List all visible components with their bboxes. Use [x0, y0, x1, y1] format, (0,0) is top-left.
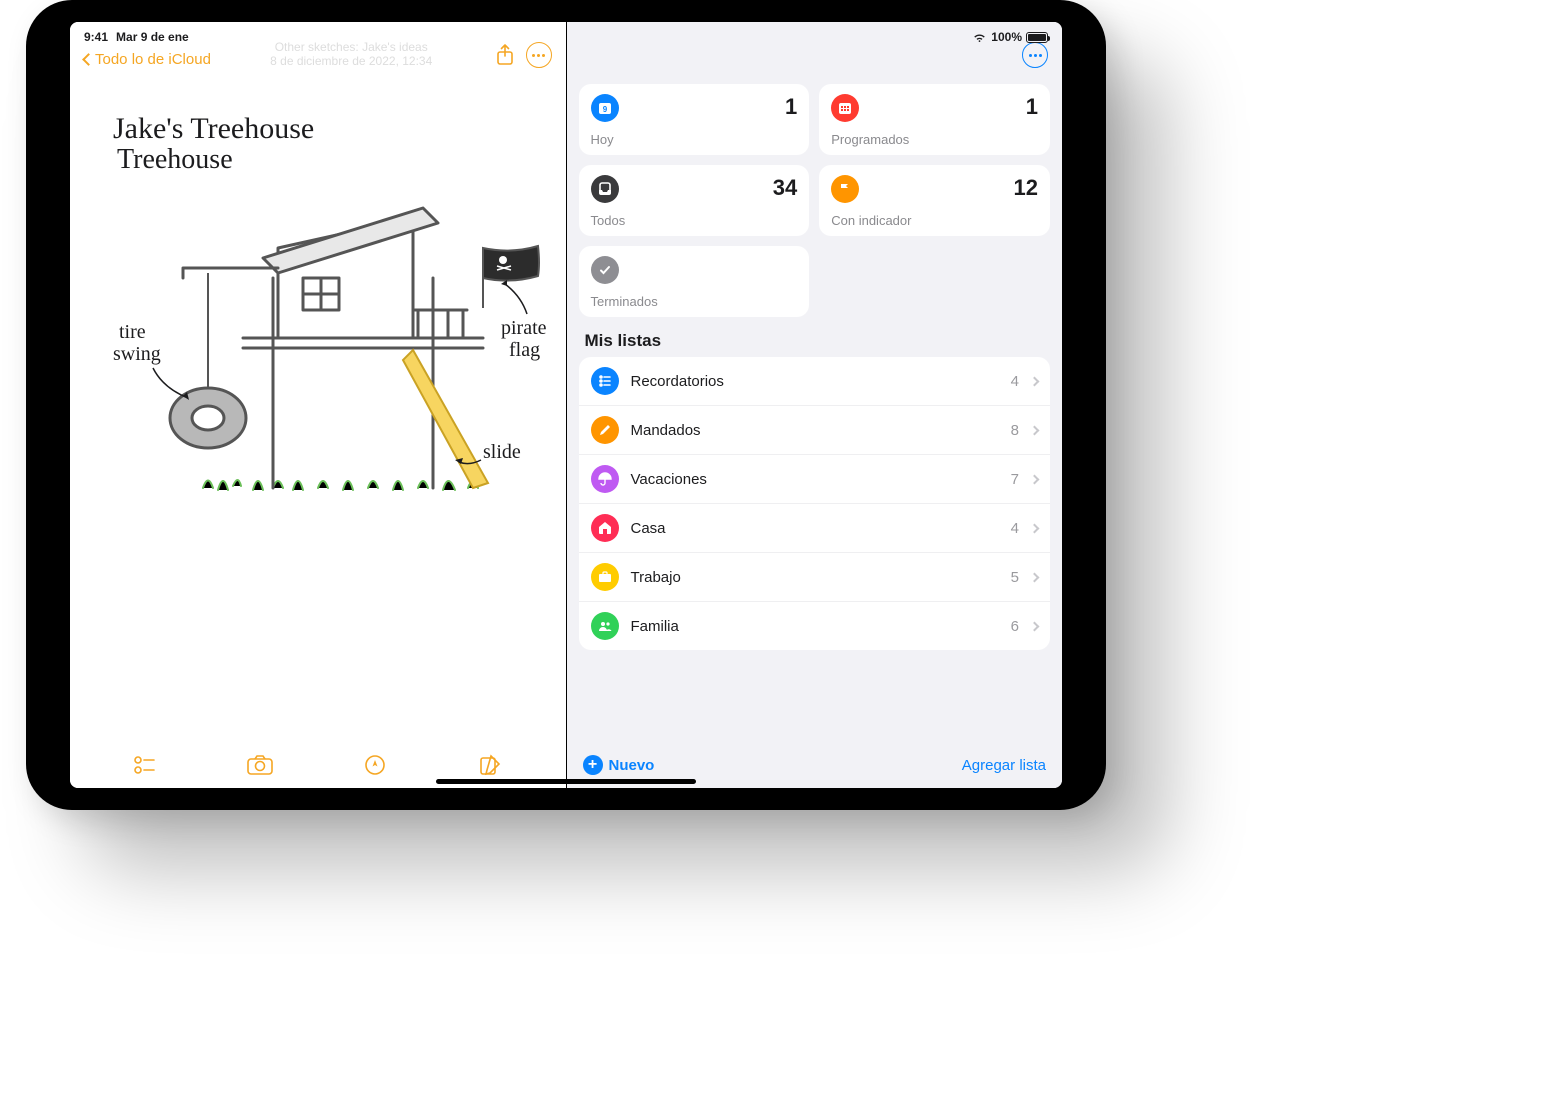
smart-list-completed[interactable]: Terminados: [579, 246, 810, 317]
count: 12: [1014, 175, 1038, 201]
list-icon: [591, 367, 619, 395]
chevron-right-icon: [1030, 376, 1040, 386]
reminders-app-pane: 9 1 Hoy: [567, 22, 1063, 788]
label: Con indicador: [831, 213, 1038, 228]
list-name: Trabajo: [631, 569, 999, 586]
count: 34: [773, 175, 797, 201]
list-count: 4: [1011, 520, 1019, 537]
smart-lists-grid: 9 1 Hoy: [579, 84, 1051, 317]
calendar-icon: 9: [591, 94, 619, 122]
label: Todos: [591, 213, 798, 228]
new-reminder-button[interactable]: + Nuevo: [583, 755, 655, 775]
list-count: 7: [1011, 471, 1019, 488]
list-name: Familia: [631, 618, 999, 635]
back-button[interactable]: Todo lo de iCloud: [84, 51, 211, 68]
plus-icon: +: [583, 755, 603, 775]
list-item[interactable]: Mandados 8: [579, 405, 1051, 454]
my-lists: Recordatorios 4 Mandados 8: [579, 357, 1051, 650]
tray-icon: [591, 175, 619, 203]
battery-pct: 100%: [991, 30, 1022, 44]
status-date: Mar 9 de ene: [116, 30, 189, 44]
markup-button[interactable]: [360, 750, 390, 780]
label: Terminados: [591, 294, 798, 309]
list-name: Vacaciones: [631, 471, 999, 488]
chevron-right-icon: [1030, 572, 1040, 582]
smart-list-all[interactable]: 34 Todos: [579, 165, 810, 236]
wifi-icon: [972, 32, 987, 43]
people-icon: [591, 612, 619, 640]
count: 1: [785, 94, 797, 120]
checklist-button[interactable]: [130, 750, 160, 780]
sketch-title: Jake's Treehouse: [113, 112, 314, 145]
label-pirate-flag: pirate: [501, 317, 547, 339]
home-icon: [591, 514, 619, 542]
ipad-frame: 9:41 Mar 9 de ene 100%: [26, 0, 1106, 810]
list-name: Casa: [631, 520, 999, 537]
umbrella-icon: [591, 465, 619, 493]
label: Programados: [831, 132, 1038, 147]
list-item[interactable]: Familia 6: [579, 601, 1051, 650]
chevron-right-icon: [1030, 523, 1040, 533]
svg-text:flag: flag: [509, 339, 540, 361]
list-item[interactable]: Trabajo 5: [579, 552, 1051, 601]
section-title-my-lists: Mis listas: [579, 317, 1051, 357]
svg-text:Treehouse: Treehouse: [117, 144, 233, 175]
list-name: Mandados: [631, 422, 999, 439]
count: 1: [1026, 94, 1038, 120]
list-count: 4: [1011, 373, 1019, 390]
home-indicator[interactable]: [436, 779, 696, 784]
add-list-button[interactable]: Agregar lista: [962, 757, 1046, 774]
svg-text:9: 9: [602, 105, 607, 114]
label-slide: slide: [483, 441, 521, 463]
list-count: 8: [1011, 422, 1019, 439]
smart-list-flagged[interactable]: 12 Con indicador: [819, 165, 1050, 236]
ipad-screen: 9:41 Mar 9 de ene 100%: [70, 22, 1062, 788]
smart-list-today[interactable]: 9 1 Hoy: [579, 84, 810, 155]
camera-button[interactable]: [245, 750, 275, 780]
smart-list-scheduled[interactable]: 1 Programados: [819, 84, 1050, 155]
status-bar: 9:41 Mar 9 de ene 100%: [70, 22, 1062, 48]
compose-button[interactable]: [475, 750, 505, 780]
list-count: 6: [1011, 618, 1019, 635]
list-item[interactable]: Casa 4: [579, 503, 1051, 552]
chevron-right-icon: [1030, 474, 1040, 484]
pencil-icon: [591, 416, 619, 444]
label: Hoy: [591, 132, 798, 147]
svg-text:swing: swing: [113, 343, 161, 365]
list-count: 5: [1011, 569, 1019, 586]
chevron-right-icon: [1030, 621, 1040, 631]
treehouse-sketch: Jake's Treehouse Treehouse: [83, 88, 553, 508]
battery-icon: [1026, 32, 1048, 43]
list-item[interactable]: Recordatorios 4: [579, 357, 1051, 405]
label-tire-swing: tire: [119, 321, 146, 343]
list-item[interactable]: Vacaciones 7: [579, 454, 1051, 503]
chevron-left-icon: [82, 53, 95, 66]
briefcase-icon: [591, 563, 619, 591]
flag-icon: [831, 175, 859, 203]
chevron-right-icon: [1030, 425, 1040, 435]
list-name: Recordatorios: [631, 373, 999, 390]
notes-app-pane: Todo lo de iCloud Other sketches: Jake's…: [70, 22, 566, 788]
calendar-grid-icon: [831, 94, 859, 122]
back-label: Todo lo de iCloud: [95, 51, 211, 68]
status-time: 9:41: [84, 30, 108, 44]
note-canvas[interactable]: Jake's Treehouse Treehouse: [76, 80, 560, 736]
check-icon: [591, 256, 619, 284]
new-reminder-label: Nuevo: [609, 757, 655, 774]
